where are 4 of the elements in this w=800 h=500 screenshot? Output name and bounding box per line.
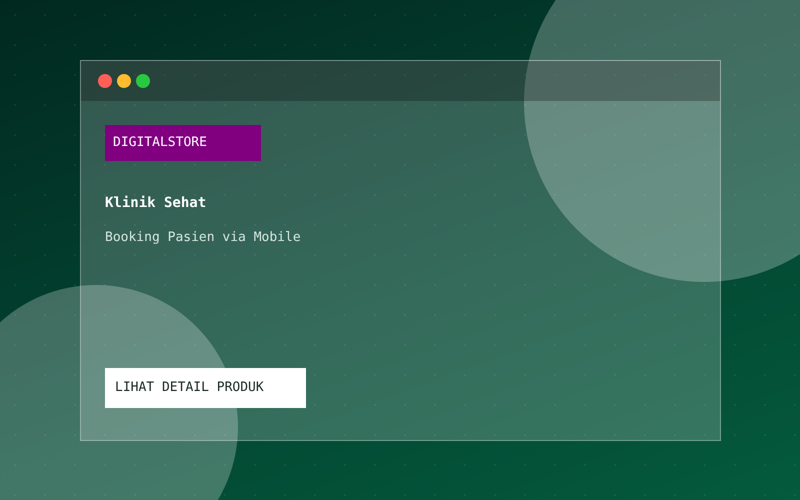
product-title: Klinik Sehat <box>105 194 206 213</box>
product-subtitle: Booking Pasien via Mobile <box>105 229 301 247</box>
store-badge: DIGITALSTORE <box>105 125 261 161</box>
detail-button[interactable]: LIHAT DETAIL PRODUK <box>105 368 306 408</box>
